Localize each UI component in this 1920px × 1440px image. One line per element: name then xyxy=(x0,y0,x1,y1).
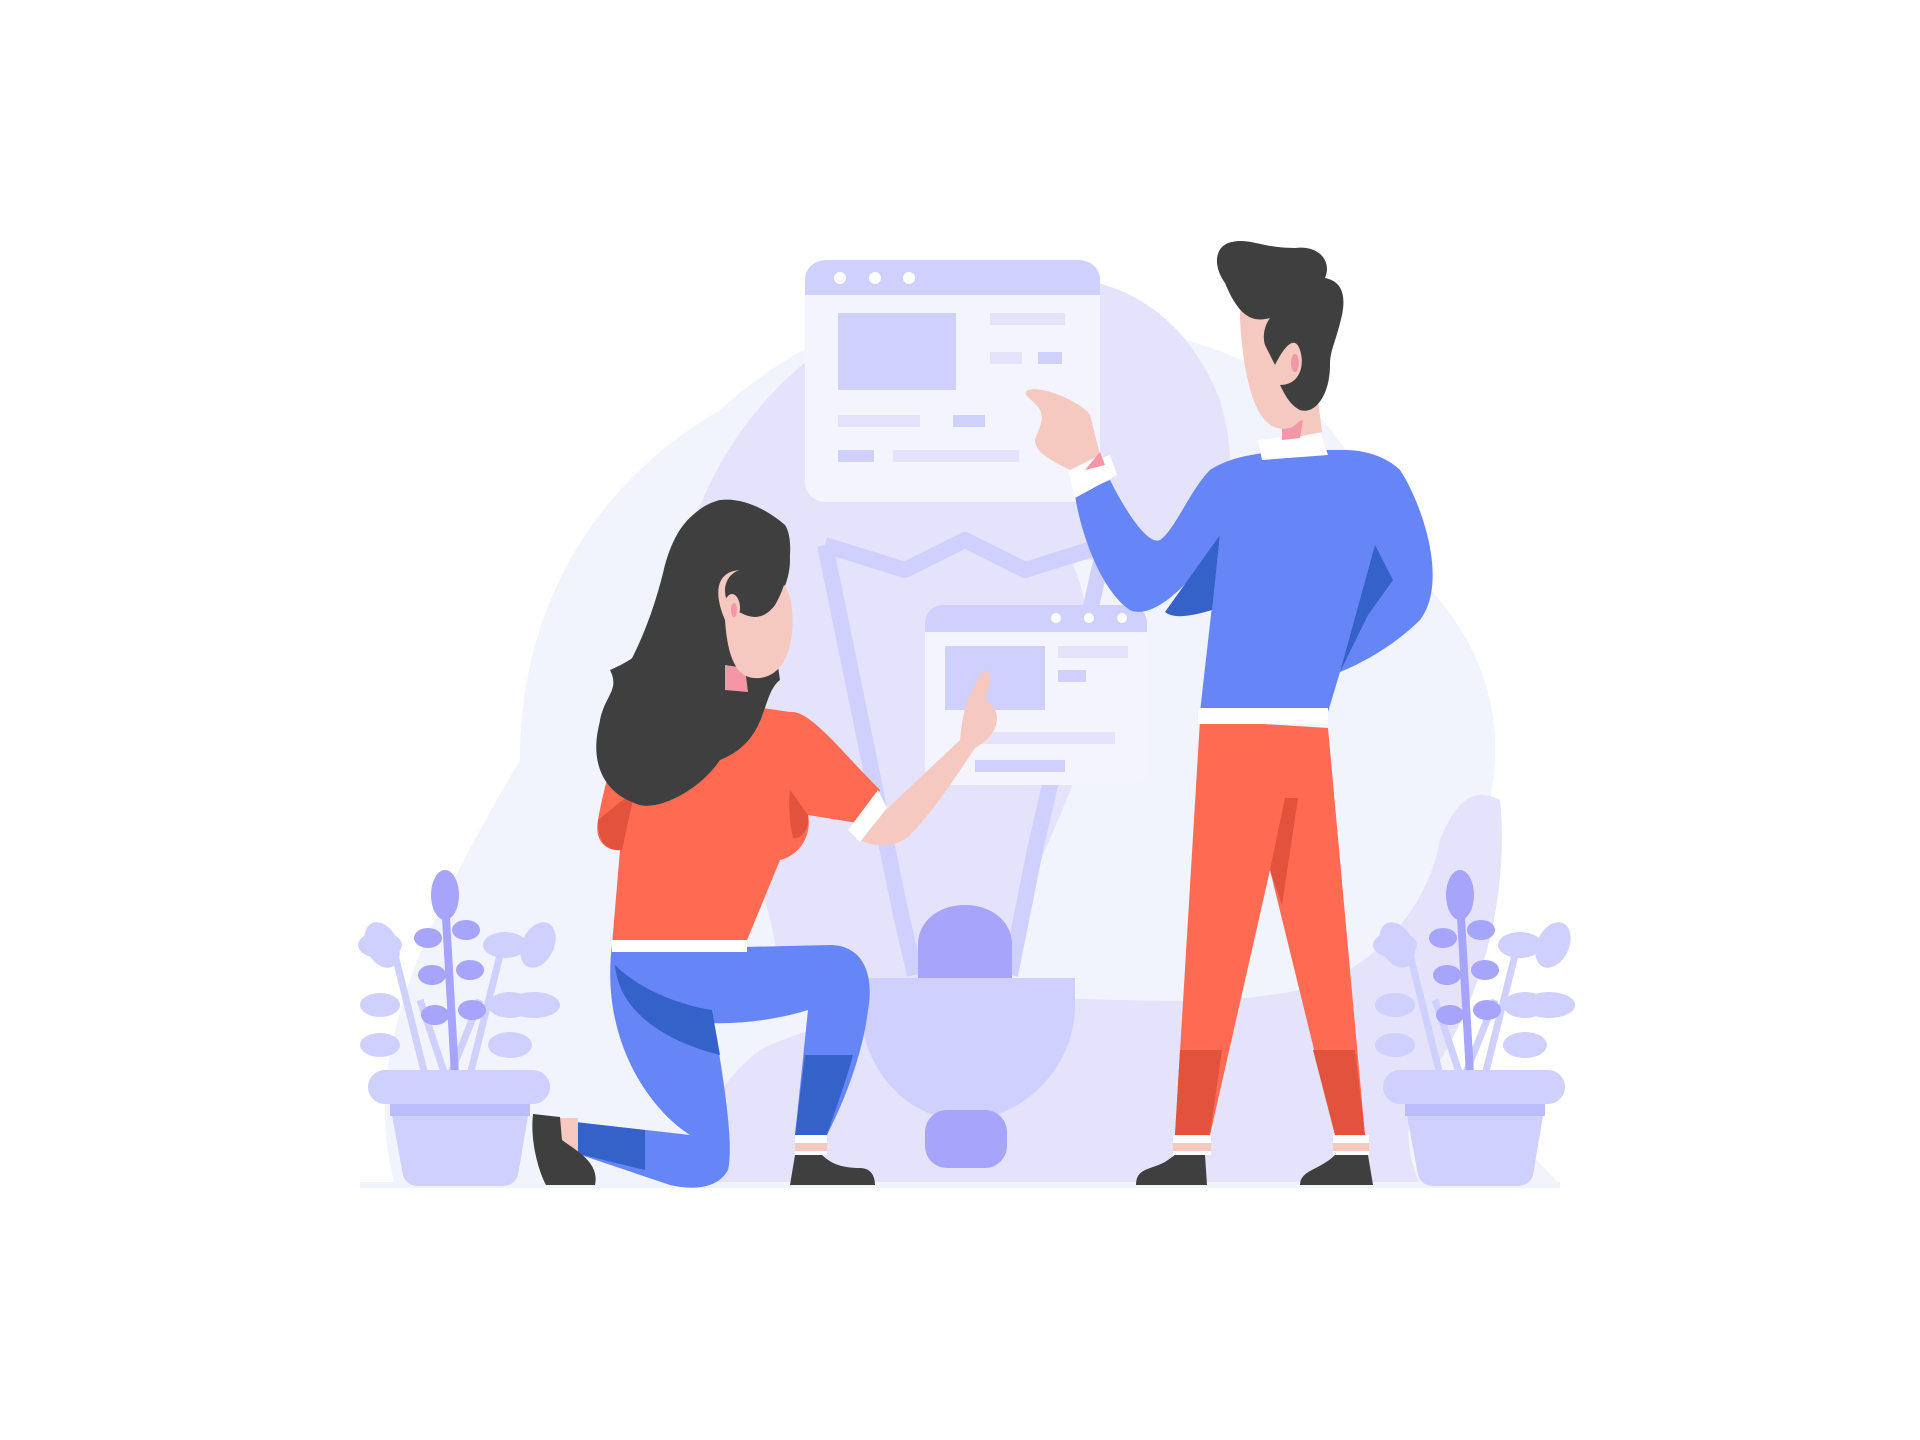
woman-ear-inner xyxy=(731,603,737,617)
window-bottom-line xyxy=(975,760,1065,772)
window-top-bar xyxy=(805,260,1100,295)
bulb-tip xyxy=(925,1110,1007,1168)
bulb-neck xyxy=(918,905,1012,978)
window-bottom-bar xyxy=(925,605,1147,632)
woman-front-sock-skin xyxy=(795,1143,827,1151)
window-top-line xyxy=(838,450,874,462)
plant-left-pot xyxy=(390,1104,530,1186)
man-ear-inner xyxy=(1291,354,1299,372)
woman-waistband xyxy=(612,940,747,952)
window-bottom-line xyxy=(1058,670,1086,682)
window-top-dot xyxy=(903,272,915,284)
illustration-scene xyxy=(358,241,1575,1188)
window-bottom-image xyxy=(945,646,1045,710)
window-top-dot xyxy=(834,272,846,284)
man-sock-left-skin xyxy=(1173,1143,1211,1151)
window-bottom-dot xyxy=(1084,613,1094,623)
plant-left-pot-rim xyxy=(368,1070,550,1104)
man-shirt-hem xyxy=(1200,708,1328,714)
window-bottom-line xyxy=(1058,646,1128,658)
window-top-image xyxy=(838,313,956,390)
window-top-line xyxy=(893,450,1019,462)
window-top-line xyxy=(990,352,1022,364)
window-top-line xyxy=(1038,352,1062,364)
window-icon xyxy=(805,260,1100,502)
ground-line xyxy=(360,1182,1560,1188)
plant-right-pot-band xyxy=(1405,1104,1545,1116)
window-top-dot xyxy=(869,272,881,284)
window-top-line xyxy=(838,415,920,427)
window-top-line xyxy=(953,415,985,427)
plant-left-pot-band xyxy=(390,1104,530,1116)
man-sock-right-skin xyxy=(1333,1143,1369,1151)
plant-right-pot-rim xyxy=(1383,1070,1565,1104)
window-bottom-line xyxy=(975,732,1115,744)
window-top-line xyxy=(990,313,1065,325)
window-bottom-dot xyxy=(1117,613,1127,623)
window-bottom-dot xyxy=(1051,613,1061,623)
plant-right-pot xyxy=(1405,1104,1545,1186)
